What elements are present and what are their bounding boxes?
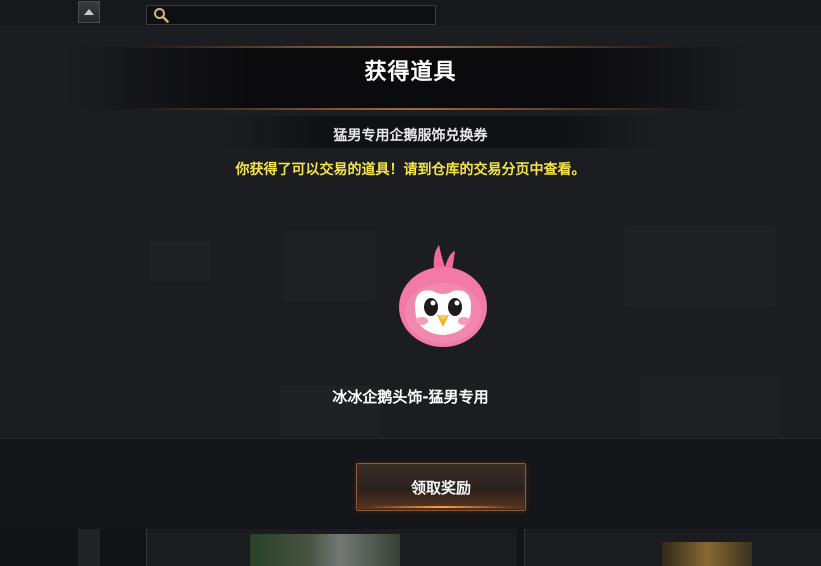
button-glow bbox=[367, 506, 515, 508]
item-obtained-dialog: 获得道具 猛男专用企鹅服饰兑换券 你获得了可以交易的道具！请到仓库的交易分页中查… bbox=[0, 26, 821, 529]
background-ghost-tile bbox=[285, 231, 375, 301]
background-ghost-tile bbox=[625, 226, 775, 306]
scroll-up-button[interactable] bbox=[78, 1, 100, 23]
background-item-image bbox=[250, 534, 400, 566]
trade-notice: 你获得了可以交易的道具！请到仓库的交易分页中查看。 bbox=[235, 162, 586, 178]
background-item-image bbox=[662, 542, 752, 566]
title-divider-bottom bbox=[120, 108, 700, 110]
item-voucher-name: 猛男专用企鹅服饰兑换券 bbox=[333, 128, 488, 144]
dialog-title: 获得道具 bbox=[364, 60, 457, 85]
search-input[interactable] bbox=[146, 5, 436, 25]
claim-reward-button[interactable]: 领取奖励 bbox=[356, 463, 526, 511]
search-icon bbox=[154, 8, 169, 23]
item-name: 冰冰企鹅头饰-猛男专用 bbox=[332, 388, 489, 406]
background-scrollbar bbox=[78, 528, 100, 566]
pink-penguin-headwear-icon bbox=[399, 245, 487, 347]
triangle-up-icon bbox=[84, 9, 94, 15]
title-divider-top bbox=[120, 46, 700, 48]
claim-reward-label: 领取奖励 bbox=[410, 478, 471, 497]
background-ghost-tile bbox=[150, 241, 210, 281]
